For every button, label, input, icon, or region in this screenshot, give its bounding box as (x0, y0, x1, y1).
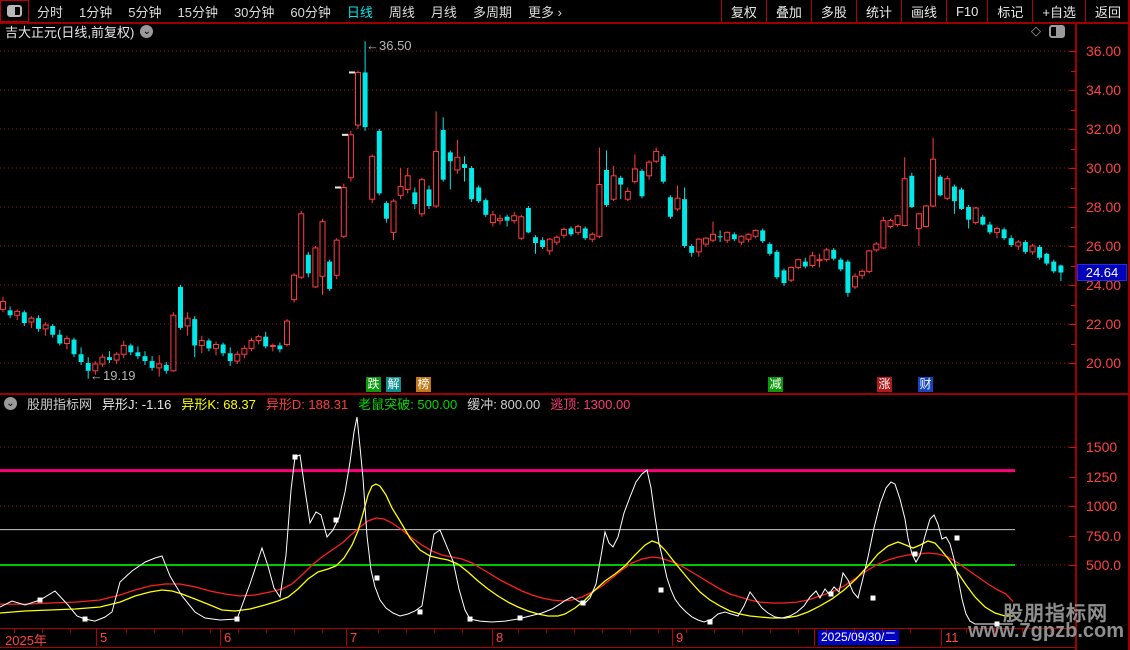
overlay-badge-涨[interactable]: 涨 (877, 377, 892, 392)
indicator-field: 逃顶: 1300.00 (550, 394, 630, 413)
tool-item-多股[interactable]: 多股 (811, 0, 856, 22)
overlay-badge-财[interactable]: 财 (918, 377, 933, 392)
price-annotation: ←36.50 (366, 38, 412, 53)
watermark-url: www.7gpzb.com (968, 620, 1124, 643)
series-异形J (0, 417, 1013, 624)
time-axis-label: 7 (350, 630, 357, 645)
layout-toggle-button[interactable] (0, 0, 29, 22)
indicator-field: 异形K: 68.37 (181, 394, 255, 413)
tool-item-叠加[interactable]: 叠加 (766, 0, 811, 22)
indicator-axis-label: 750.0 (1086, 528, 1121, 544)
period-menu: 分时1分钟5分钟15分钟30分钟60分钟日线周线月线多周期更多 › (29, 0, 570, 22)
indicator-values: 异形J: -1.16 异形K: 68.37 异形D: 188.31 老鼠突破: 500… (102, 394, 630, 413)
indicator-axis-label: 1500 (1086, 439, 1117, 455)
overlay-badge-跌[interactable]: 跌 (366, 377, 381, 392)
price-axis-label: 32.00 (1086, 121, 1121, 137)
period-item-周线[interactable]: 周线 (381, 2, 423, 21)
indicator-axis-label: 1250 (1086, 469, 1117, 485)
candlesticks (1, 41, 1064, 379)
indicator-field: 异形D: 188.31 (266, 394, 348, 413)
last-price-tag: 24.64 (1077, 264, 1127, 281)
j-marker (581, 600, 586, 605)
j-marker (38, 598, 43, 603)
open-tick-mark (335, 187, 341, 189)
time-axis-label: 5 (100, 630, 107, 645)
period-item-更多 ›[interactable]: 更多 › (520, 2, 570, 21)
j-marker (468, 617, 473, 622)
j-marker (871, 596, 876, 601)
open-tick-mark (349, 71, 355, 73)
period-item-60分钟[interactable]: 60分钟 (282, 2, 338, 21)
chart-title-row: 吉大正元(日线,前复权) ⌄ ◇ (0, 22, 1075, 40)
time-axis-label: 6 (224, 630, 231, 645)
top-menu-bar: 分时1分钟5分钟15分钟30分钟60分钟日线周线月线多周期更多 › 复权叠加多股… (0, 0, 1130, 24)
j-marker (708, 619, 713, 624)
candlestick-chart (0, 40, 1075, 393)
time-axis-label: 9 (676, 630, 683, 645)
open-tick-mark (342, 134, 348, 136)
j-marker (375, 575, 380, 580)
price-axis-label: 20.00 (1086, 355, 1121, 371)
time-axis-label: 8 (496, 630, 503, 645)
period-item-日线[interactable]: 日线 (339, 2, 381, 21)
tools-menu: 复权叠加多股统计画线F10标记+自选返回 (721, 0, 1130, 22)
period-item-5分钟[interactable]: 5分钟 (120, 2, 169, 21)
j-marker (913, 552, 918, 557)
diamond-icon[interactable]: ◇ (1031, 23, 1041, 39)
indicator-header: ⌄ 股朋指标网 异形J: -1.16 异形K: 68.37 异形D: 188.31 老… (0, 395, 1070, 412)
tool-item-画线[interactable]: 画线 (901, 0, 946, 22)
j-marker (659, 588, 664, 593)
tool-item-+自选[interactable]: +自选 (1032, 0, 1085, 22)
tool-item-返回[interactable]: 返回 (1085, 0, 1130, 22)
price-axis-label: 28.00 (1086, 199, 1121, 215)
period-item-30分钟[interactable]: 30分钟 (226, 2, 282, 21)
page-title: 吉大正元(日线,前复权) (5, 22, 134, 41)
price-axis-label: 30.00 (1086, 160, 1121, 176)
overlay-badge-解[interactable]: 解 (386, 377, 401, 392)
time-axis-label: 11 (945, 630, 959, 645)
j-marker (418, 609, 423, 614)
collapse-indicator-icon[interactable]: ⌄ (4, 397, 17, 410)
j-marker (83, 617, 88, 622)
time-axis-label: 2025年 (5, 630, 47, 649)
price-axis-label: 36.00 (1086, 43, 1121, 59)
j-marker (235, 617, 240, 622)
series-异形K (0, 484, 1013, 618)
indicator-source[interactable]: 股朋指标网 (27, 394, 92, 413)
tool-item-统计[interactable]: 统计 (856, 0, 901, 22)
stock-app-window: 分时1分钟5分钟15分钟30分钟60分钟日线周线月线多周期更多 › 复权叠加多股… (0, 0, 1130, 650)
period-item-多周期[interactable]: 多周期 (465, 2, 520, 21)
indicator-field: 缓冲: 800.00 (467, 394, 540, 413)
split-panel-icon[interactable] (1049, 25, 1065, 38)
j-marker (334, 518, 339, 523)
tool-item-F10[interactable]: F10 (946, 0, 987, 22)
indicator-field: 老鼠突破: 500.00 (358, 394, 457, 413)
price-axis-label: 22.00 (1086, 316, 1121, 332)
j-marker (293, 455, 298, 460)
indicator-chart (0, 413, 1075, 628)
period-item-15分钟[interactable]: 15分钟 (169, 2, 225, 21)
j-marker (829, 592, 834, 597)
j-marker (518, 615, 523, 620)
price-axis-label: 34.00 (1086, 82, 1121, 98)
period-item-分时[interactable]: 分时 (29, 2, 71, 21)
indicator-field: 异形J: -1.16 (102, 394, 171, 413)
tool-item-标记[interactable]: 标记 (987, 0, 1032, 22)
price-axis-label: 26.00 (1086, 238, 1121, 254)
chevron-down-circle-icon[interactable]: ⌄ (140, 25, 153, 38)
indicator-axis-label: 1000 (1086, 498, 1117, 514)
selected-date-tag: 2025/09/30/二 (818, 630, 899, 645)
time-axis (0, 628, 1075, 648)
period-item-1分钟[interactable]: 1分钟 (71, 2, 120, 21)
indicator-axis-label: 500.0 (1086, 557, 1121, 573)
price-annotation: ←19.19 (90, 368, 136, 383)
overlay-badge-减[interactable]: 减 (768, 377, 783, 392)
layout-icon (7, 5, 22, 17)
tool-item-复权[interactable]: 复权 (721, 0, 766, 22)
axis-separator (1075, 22, 1077, 650)
period-item-月线[interactable]: 月线 (423, 2, 465, 21)
j-marker (955, 535, 960, 540)
overlay-badge-榜[interactable]: 榜 (416, 377, 431, 392)
